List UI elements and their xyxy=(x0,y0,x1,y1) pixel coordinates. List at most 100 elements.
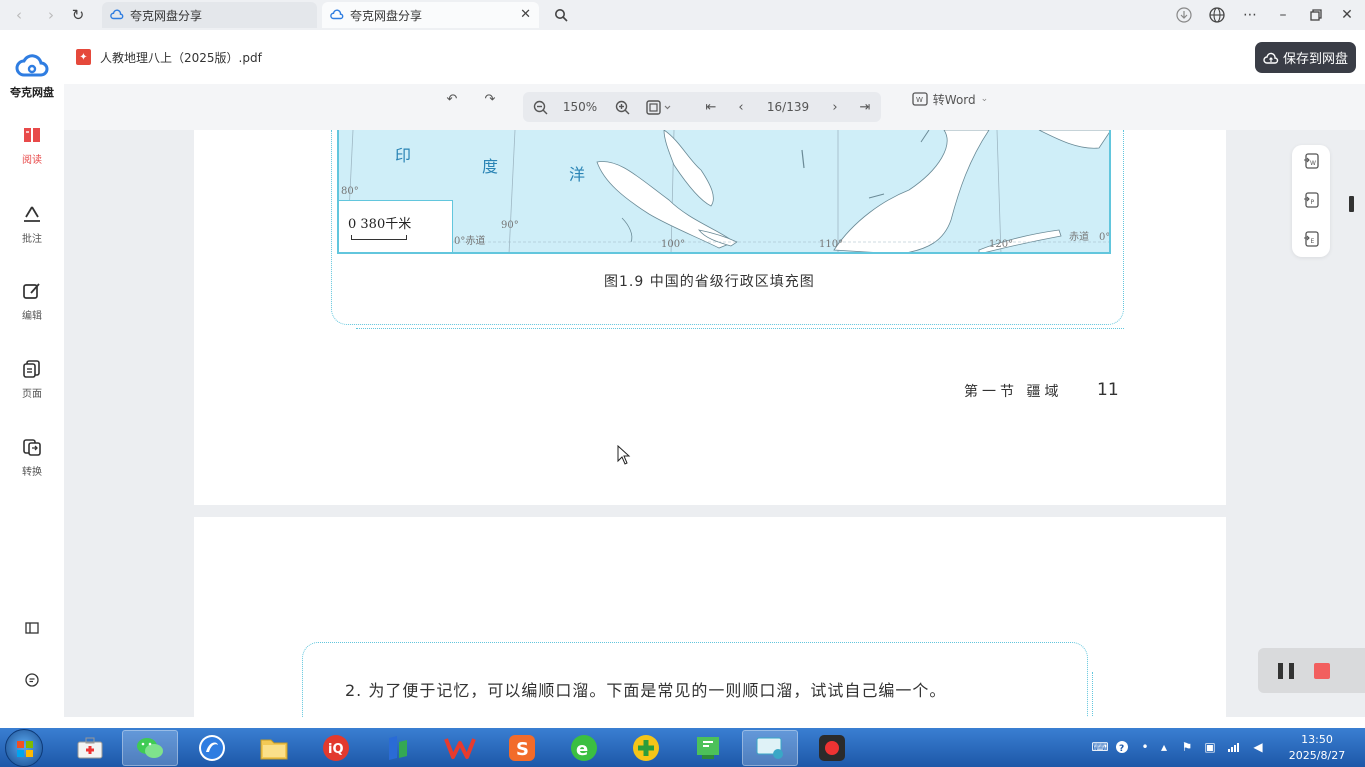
svg-text:iQ: iQ xyxy=(328,742,344,757)
recorder-app-icon[interactable] xyxy=(804,730,860,766)
sogou-input-icon[interactable]: S xyxy=(494,730,550,766)
pdf-file-icon: ✦ xyxy=(76,49,91,65)
tray-network-icon[interactable] xyxy=(1227,739,1241,755)
svg-text:P: P xyxy=(1311,199,1315,206)
undo-icon[interactable]: ↶ xyxy=(440,84,464,114)
to-word-icon[interactable]: W xyxy=(1301,151,1321,171)
sidebar-item-convert[interactable]: 转换 xyxy=(6,438,58,478)
classroom-app-icon[interactable] xyxy=(680,730,736,766)
svg-text:?: ? xyxy=(1119,744,1124,754)
zoom-in-icon[interactable] xyxy=(609,92,635,122)
refresh-icon[interactable]: ↻ xyxy=(67,4,89,26)
page-indicator[interactable]: 16/139 xyxy=(756,92,820,122)
panel-toggle-icon[interactable] xyxy=(22,618,42,638)
redo-icon[interactable]: ↷ xyxy=(478,84,502,114)
file-explorer-icon[interactable] xyxy=(246,730,302,766)
cloud-icon xyxy=(330,9,344,20)
figure-frame-shadow xyxy=(356,328,1124,329)
zoom-level[interactable]: 150% xyxy=(555,92,605,122)
security-app-icon[interactable] xyxy=(618,730,674,766)
pdf-page-17: 2. 为了便于记忆，可以编顺口溜。下面是常见的一则顺口溜，试试自己编一个。 xyxy=(194,517,1226,717)
save-to-cloud-button[interactable]: 保存到网盘 xyxy=(1255,42,1356,73)
wps-icon[interactable] xyxy=(432,730,488,766)
tab-share-2[interactable]: 夸克网盘分享 ✕ xyxy=(322,2,539,28)
zoom-out-icon[interactable] xyxy=(527,92,553,122)
docs-app-icon[interactable] xyxy=(370,730,426,766)
to-excel-icon[interactable]: E xyxy=(1301,229,1321,249)
convert-icon xyxy=(23,439,41,456)
exercise-paragraph: 2. 为了便于记忆，可以编顺口溜。下面是常见的一则顺口溜，试试自己编一个。 xyxy=(345,681,947,700)
more-icon[interactable]: ⋯ xyxy=(1239,4,1261,26)
prev-page-icon[interactable]: ‹ xyxy=(728,92,754,122)
svg-text:E: E xyxy=(1311,238,1315,245)
annotate-icon xyxy=(24,206,40,222)
taskbar-clock[interactable]: 13:50 2025/8/27 xyxy=(1285,732,1349,764)
windows-start-icon[interactable] xyxy=(5,729,43,767)
tab-share-1[interactable]: 夸克网盘分享 xyxy=(102,2,317,28)
svg-text:S: S xyxy=(516,739,529,760)
globe-icon[interactable] xyxy=(1206,4,1228,26)
cloud-upload-icon xyxy=(1263,52,1279,64)
exercise-frame-shadow xyxy=(1092,672,1093,717)
pages-icon xyxy=(23,360,40,378)
search-icon[interactable] xyxy=(550,4,572,26)
app-sidebar: 夸克网盘 阅读 批注 编辑 页面 转换 xyxy=(0,30,64,728)
close-tab-icon[interactable]: ✕ xyxy=(520,7,531,22)
feedback-icon[interactable] xyxy=(22,670,42,690)
screen-recorder-widget xyxy=(1258,648,1365,693)
tray-help-icon[interactable]: ? xyxy=(1115,739,1129,755)
map-lon-100: 100° xyxy=(661,239,686,250)
to-ppt-icon[interactable]: P xyxy=(1301,190,1321,210)
forward-icon[interactable]: › xyxy=(40,4,62,26)
minimize-icon[interactable]: – xyxy=(1272,4,1294,26)
fit-page-icon[interactable] xyxy=(641,92,677,122)
browser-app-icon[interactable] xyxy=(184,730,240,766)
tray-flag-icon[interactable]: ⚑ xyxy=(1180,739,1194,755)
tray-expand-icon[interactable]: ▴ xyxy=(1157,739,1171,755)
back-icon[interactable]: ‹ xyxy=(8,4,30,26)
cloud-logo-icon xyxy=(15,54,49,77)
last-page-icon[interactable]: ⇥ xyxy=(852,92,878,122)
viewer-toolbar: ↶ ↷ 150% ⇤ ‹ 16/139 › ⇥ W 转Word ⌄ xyxy=(64,84,1365,130)
map-lon-120: 120° xyxy=(989,239,1014,250)
scale-label: 0 380千米 xyxy=(348,217,412,232)
medkit-app-icon[interactable] xyxy=(62,730,118,766)
edit-icon xyxy=(23,283,40,299)
tray-volume-icon[interactable]: ◀ xyxy=(1251,739,1265,755)
next-page-icon[interactable]: › xyxy=(822,92,848,122)
sidebar-item-edit[interactable]: 编辑 xyxy=(6,282,58,322)
file-header: ✦ 人教地理八上（2025版）.pdf 保存到网盘 xyxy=(64,30,1365,84)
stop-icon[interactable] xyxy=(1314,663,1330,679)
sidebar-item-read[interactable]: 阅读 xyxy=(6,126,58,166)
browser-tab-bar: ‹ › ↻ 夸克网盘分享 夸克网盘分享 ✕ ⋯ – ✕ xyxy=(0,0,1365,30)
svg-text:W: W xyxy=(916,96,923,104)
page-footer-section: 第一节 疆域 xyxy=(964,384,1063,400)
convert-word-button[interactable]: W 转Word ⌄ xyxy=(902,84,998,114)
tray-keyboard-icon[interactable]: ⌨ xyxy=(1091,739,1108,755)
wechat-icon[interactable] xyxy=(122,730,178,766)
windows-taskbar: iQ S e ⌨ ? • ▴ ⚑ ▣ ◀ 13:50 2025/8/27 xyxy=(0,728,1365,767)
map-equator-right: 赤道 xyxy=(1069,232,1089,243)
video-app-icon[interactable]: iQ xyxy=(308,730,364,766)
close-window-icon[interactable]: ✕ xyxy=(1336,4,1358,26)
tray-input-icon[interactable]: • xyxy=(1138,739,1152,755)
clock-date: 2025/8/27 xyxy=(1288,749,1346,762)
first-page-icon[interactable]: ⇤ xyxy=(698,92,724,122)
map-lat-80: 80° xyxy=(341,186,359,197)
chevron-down-icon: ⌄ xyxy=(980,94,989,104)
file-name: 人教地理八上（2025版）.pdf xyxy=(100,51,262,65)
download-icon[interactable] xyxy=(1173,4,1195,26)
map-label-du: 度 xyxy=(482,157,499,176)
word-file-icon: W xyxy=(912,92,928,106)
pause-icon[interactable] xyxy=(1278,663,1294,679)
page-nav-group: ⇤ ‹ 16/139 › ⇥ xyxy=(694,92,881,122)
scrollbar-thumb[interactable] xyxy=(1349,196,1354,212)
svg-text:e: e xyxy=(576,739,588,760)
tray-device-icon[interactable]: ▣ xyxy=(1203,739,1217,755)
restore-icon[interactable] xyxy=(1305,4,1327,26)
screen-share-icon[interactable] xyxy=(742,730,798,766)
sidebar-item-pages[interactable]: 页面 xyxy=(6,360,58,400)
sidebar-item-annotate[interactable]: 批注 xyxy=(6,205,58,245)
ie-browser-icon[interactable]: e xyxy=(556,730,612,766)
document-viewer[interactable]: ↶ ↷ 150% ⇤ ‹ 16/139 › ⇥ W 转Word ⌄ 印 度 洋 … xyxy=(64,84,1365,717)
